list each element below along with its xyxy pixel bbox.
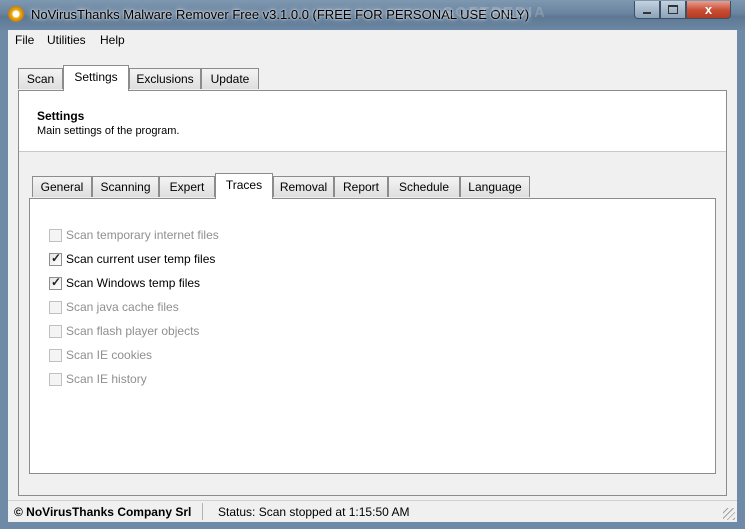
checkbox-ie-cookies[interactable] [49, 348, 62, 362]
menu-help[interactable]: Help [100, 33, 125, 47]
minimize-button[interactable] [634, 1, 660, 19]
option-current-user-temp[interactable]: ✓ Scan current user temp files [49, 251, 215, 267]
option-temp-internet-files[interactable]: Scan temporary internet files [49, 227, 219, 243]
option-ie-cookies[interactable]: Scan IE cookies [49, 347, 152, 363]
menu-utilities[interactable]: Utilities [47, 33, 86, 47]
tab-report[interactable]: Report [334, 176, 388, 197]
tab-language[interactable]: Language [460, 176, 530, 197]
checkbox-ie-history[interactable] [49, 372, 62, 386]
page-title: Settings [37, 109, 85, 123]
app-logo-icon[interactable] [8, 6, 24, 22]
maximize-icon [668, 5, 678, 14]
tab-general[interactable]: General [32, 176, 92, 197]
status-divider [202, 503, 203, 520]
checkmark-icon: ✓ [51, 274, 62, 289]
tab-schedule[interactable]: Schedule [388, 176, 460, 197]
checkbox-current-user-temp[interactable]: ✓ [49, 250, 62, 266]
tab-scan[interactable]: Scan [18, 68, 63, 89]
option-flash-player[interactable]: Scan flash player objects [49, 323, 199, 339]
copyright-text: © NoVirusThanks Company Srl [14, 505, 192, 519]
checkbox-java-cache[interactable] [49, 300, 62, 314]
checkbox-temp-internet-files[interactable] [49, 228, 62, 242]
option-java-cache[interactable]: Scan java cache files [49, 299, 179, 315]
status-text: Status: Scan stopped at 1:15:50 AM [218, 505, 410, 519]
option-label: Scan java cache files [66, 300, 179, 314]
option-label: Scan Windows temp files [66, 276, 201, 290]
settings-body: General Scanning Expert Traces Removal R… [19, 152, 726, 495]
tab-traces[interactable]: Traces [215, 173, 273, 199]
client-area: File Utilities Help Scan Settings Exclus… [8, 30, 737, 522]
traces-panel: Scan temporary internet files ✓ Scan cur… [29, 198, 716, 474]
checkmark-icon: ✓ [51, 250, 62, 265]
tab-update[interactable]: Update [201, 68, 259, 89]
option-ie-history[interactable]: Scan IE history [49, 371, 147, 387]
option-label: Scan flash player objects [66, 324, 200, 338]
option-label: Scan IE history [66, 372, 147, 386]
resize-grip-icon[interactable] [723, 508, 735, 520]
tab-expert[interactable]: Expert [159, 176, 215, 197]
menu-file[interactable]: File [15, 33, 34, 47]
status-bar: © NoVirusThanks Company Srl Status: Scan… [8, 500, 737, 522]
watermark-text: SOFTPEDIA [443, 4, 547, 21]
close-button[interactable]: x [686, 1, 731, 19]
page-subtitle: Main settings of the program. [37, 125, 180, 137]
minimize-icon [643, 11, 651, 14]
tab-removal[interactable]: Removal [273, 176, 334, 197]
app-window: NoVirusThanks Malware Remover Free v3.1.… [0, 0, 745, 529]
checkbox-flash-player[interactable] [49, 324, 62, 338]
menu-bar: File Utilities Help [8, 30, 737, 50]
tab-exclusions[interactable]: Exclusions [129, 68, 201, 89]
settings-panel: Settings Main settings of the program. G… [18, 90, 727, 496]
title-bar[interactable]: NoVirusThanks Malware Remover Free v3.1.… [0, 0, 745, 30]
tab-settings[interactable]: Settings [63, 65, 129, 91]
option-label: Scan current user temp files [66, 252, 216, 266]
maximize-button[interactable] [660, 1, 686, 19]
settings-header: Settings Main settings of the program. [19, 91, 726, 151]
checkbox-windows-temp[interactable]: ✓ [49, 274, 62, 290]
tab-scanning[interactable]: Scanning [92, 176, 159, 197]
close-icon: x [704, 2, 713, 17]
option-windows-temp[interactable]: ✓ Scan Windows temp files [49, 275, 200, 291]
option-label: Scan IE cookies [66, 348, 153, 362]
option-label: Scan temporary internet files [66, 228, 219, 242]
